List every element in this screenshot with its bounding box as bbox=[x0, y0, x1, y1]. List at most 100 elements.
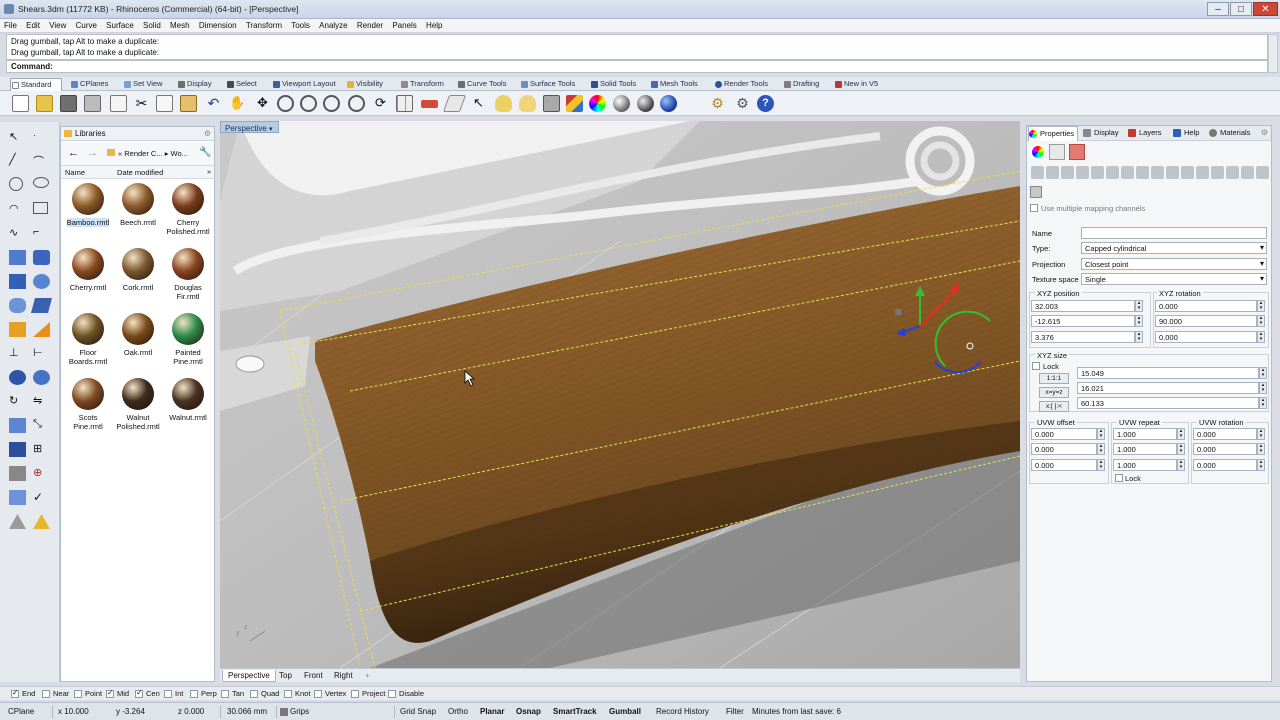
column-name[interactable]: Name bbox=[65, 168, 85, 177]
command-history[interactable]: Drag gumball, tap Alt to make a duplicat… bbox=[6, 34, 1268, 60]
check-icon[interactable]: ✓ bbox=[33, 490, 50, 505]
paste-icon[interactable] bbox=[180, 95, 197, 112]
command-history-scrollbar[interactable] bbox=[1268, 34, 1278, 73]
position-x-field[interactable]: 32.003 bbox=[1031, 300, 1135, 312]
close-button[interactable]: ✕ bbox=[1253, 2, 1278, 16]
osnap-mid[interactable]: Mid bbox=[106, 688, 129, 698]
material-item[interactable]: Painted Pine.rmtl bbox=[163, 313, 213, 366]
cplane-status[interactable]: CPlane bbox=[8, 707, 34, 716]
position-y-spinner[interactable]: ▴ ▾ bbox=[1135, 315, 1143, 327]
gear-map-icon[interactable] bbox=[1211, 166, 1224, 179]
tab-top[interactable]: Top bbox=[274, 670, 297, 682]
maximize-button[interactable]: □ bbox=[1230, 2, 1252, 16]
tab-select[interactable]: Select bbox=[226, 78, 257, 91]
osnap-perp[interactable]: Perp bbox=[190, 689, 217, 698]
osnap-checkbox[interactable] bbox=[314, 690, 322, 698]
tab-drafting[interactable]: Drafting bbox=[783, 78, 819, 91]
blue-sphere-icon[interactable] bbox=[660, 95, 677, 112]
tab-display[interactable]: Display bbox=[1083, 128, 1119, 137]
uvw-repeat-u-field[interactable]: 1.000 bbox=[1113, 428, 1177, 440]
uvw-offset-v-field[interactable]: 0.000 bbox=[1031, 443, 1097, 455]
rotation-x-field[interactable]: 0.000 bbox=[1155, 300, 1257, 312]
panel-options-icon[interactable]: ⚙ bbox=[204, 129, 211, 138]
osnap-checkbox[interactable] bbox=[388, 690, 396, 698]
layer-icon[interactable] bbox=[566, 95, 583, 112]
uvw-rotation-w-spinner[interactable]: ▴ ▾ bbox=[1257, 459, 1265, 471]
tab-standard[interactable]: Standard bbox=[10, 78, 62, 91]
perspective-viewport[interactable]: ▤ y z Perspective ▾ bbox=[220, 121, 1020, 668]
size-x-spinner[interactable]: ▴ ▾ bbox=[1259, 367, 1267, 379]
rotate-view-icon[interactable]: ⟳ bbox=[372, 95, 389, 112]
smarttrack-toggle[interactable]: SmartTrack bbox=[553, 707, 597, 716]
zoom-selected-icon[interactable] bbox=[348, 95, 365, 112]
osnap-project[interactable]: Project bbox=[351, 689, 385, 698]
osnap-point[interactable]: Point bbox=[74, 689, 102, 698]
osnap-int[interactable]: Int bbox=[164, 689, 183, 698]
zoom-extents-icon[interactable] bbox=[323, 95, 340, 112]
tab-set-view[interactable]: Set View bbox=[123, 78, 162, 91]
osnap-checkbox[interactable] bbox=[135, 688, 143, 698]
surface-map-icon[interactable] bbox=[1091, 166, 1104, 179]
column-overflow[interactable]: » bbox=[207, 167, 211, 176]
menu-dimension[interactable]: Dimension bbox=[195, 19, 240, 30]
chamfer-icon[interactable] bbox=[33, 322, 50, 337]
menu-file[interactable]: File bbox=[0, 19, 20, 30]
point-icon[interactable]: · bbox=[33, 130, 50, 145]
uvw-rotation-v-spinner[interactable]: ▴ ▾ bbox=[1257, 443, 1265, 455]
viewport-title[interactable]: Perspective ▾ bbox=[220, 121, 279, 133]
tab-curve-tools[interactable]: Curve Tools bbox=[457, 78, 506, 91]
menu-transform[interactable]: Transform bbox=[242, 19, 285, 30]
extract-icon[interactable] bbox=[1121, 166, 1134, 179]
tab-solid-tools[interactable]: Solid Tools bbox=[590, 78, 636, 91]
cplane-icon[interactable] bbox=[421, 100, 438, 108]
fillet-curve-icon[interactable]: ⌐ bbox=[33, 226, 50, 241]
osnap-checkbox[interactable] bbox=[190, 690, 198, 698]
osnap-vertex[interactable]: Vertex bbox=[314, 689, 346, 698]
save-icon[interactable] bbox=[60, 95, 77, 112]
group-icon[interactable] bbox=[9, 466, 26, 481]
sphere-map-icon[interactable] bbox=[1061, 166, 1074, 179]
uvw-offset-w-field[interactable]: 0.000 bbox=[1031, 459, 1097, 471]
arc-icon[interactable]: ◠ bbox=[9, 202, 26, 217]
tab-visibility[interactable]: Visibility bbox=[346, 78, 383, 91]
size-y-field[interactable]: 16.021 bbox=[1077, 382, 1259, 394]
match-icon[interactable] bbox=[1136, 166, 1149, 179]
scale-icon[interactable]: ⤡ bbox=[33, 418, 50, 433]
uvw-repeat-w-field[interactable]: 1.000 bbox=[1113, 459, 1177, 471]
menu-surface[interactable]: Surface bbox=[102, 19, 137, 30]
size-lock-checkbox[interactable] bbox=[1032, 362, 1040, 370]
reset-icon[interactable] bbox=[1226, 166, 1239, 179]
material-item[interactable]: Oak.rmtl bbox=[113, 313, 163, 357]
material-item[interactable]: Walnut Polished.rmtl bbox=[113, 378, 163, 431]
size-xyz-equal-button[interactable]: x=y=z bbox=[1039, 387, 1069, 398]
uvw-rotation-u-field[interactable]: 0.000 bbox=[1193, 428, 1257, 440]
texture-icon[interactable] bbox=[33, 514, 50, 529]
position-z-spinner[interactable]: ▴ ▾ bbox=[1135, 331, 1143, 343]
rectangle-icon[interactable] bbox=[33, 202, 48, 214]
size-x-field[interactable]: 15.049 bbox=[1077, 367, 1259, 379]
show-icon[interactable] bbox=[1181, 166, 1194, 179]
split-icon[interactable]: ⊢ bbox=[33, 346, 50, 361]
material-item[interactable]: Floor Boards.rmtl bbox=[63, 313, 113, 366]
shaded-sphere-icon[interactable] bbox=[637, 95, 654, 112]
osnap-tan[interactable]: Tan bbox=[221, 689, 244, 698]
size-111-button[interactable]: 1:1:1 bbox=[1039, 373, 1069, 384]
position-x-spinner[interactable]: ▴ ▾ bbox=[1135, 300, 1143, 312]
uvw-rotation-u-spinner[interactable]: ▴ ▾ bbox=[1257, 428, 1265, 440]
texture-mapping-page-icon[interactable] bbox=[1069, 144, 1085, 160]
mirror-icon[interactable]: ⇋ bbox=[33, 394, 50, 409]
menu-mesh[interactable]: Mesh bbox=[166, 19, 193, 30]
back-arrow-icon[interactable]: ← bbox=[68, 147, 79, 159]
panel-options-icon[interactable]: ⚙ bbox=[1261, 128, 1268, 137]
command-prompt[interactable]: Command: bbox=[6, 60, 1268, 73]
size-y-spinner[interactable]: ▴ ▾ bbox=[1259, 382, 1267, 394]
osnap-knot[interactable]: Knot bbox=[284, 689, 310, 698]
filter-toggle[interactable]: Filter bbox=[726, 707, 744, 716]
osnap-checkbox[interactable] bbox=[106, 688, 114, 698]
material-item[interactable]: Beech.rmtl bbox=[113, 183, 163, 227]
material-item[interactable]: Walnut.rmtl bbox=[163, 378, 213, 422]
polyline-icon[interactable]: ⌒ bbox=[33, 153, 50, 168]
osnap-disable[interactable]: Disable bbox=[388, 689, 424, 698]
tab-materials[interactable]: Materials bbox=[1209, 128, 1250, 137]
menu-view[interactable]: View bbox=[45, 19, 69, 30]
